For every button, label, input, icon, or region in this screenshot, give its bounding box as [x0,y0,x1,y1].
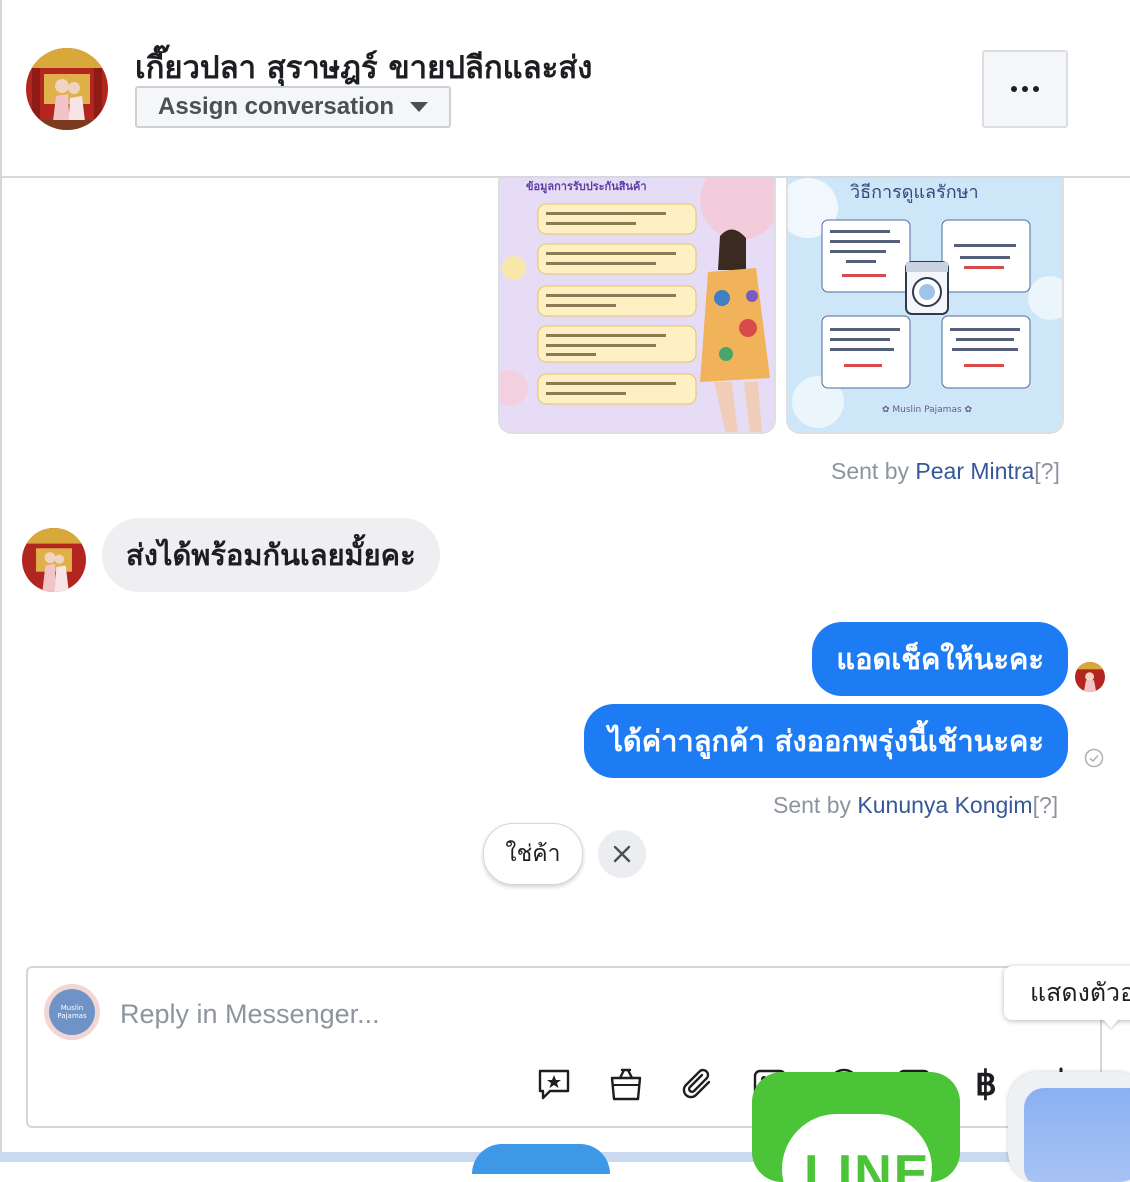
contact-message-avatar [22,528,86,592]
sent-by-label: Sent by Pear Mintra[?] [831,458,1060,485]
outgoing-message-bubble[interactable]: แอดเช็คให้นะคะ [812,622,1068,696]
quick-reply-chip[interactable]: ใช่ค้า [483,823,583,885]
tooltip: แสดงตัวอ [1004,966,1130,1020]
dock-app-icon[interactable] [1008,1072,1130,1182]
saved-reply-icon [538,1069,570,1100]
more-horizontal-icon [1011,86,1039,92]
sent-by-prefix: Sent by [773,792,858,818]
dock-app-icon-partial[interactable] [472,1144,610,1174]
warranty-info-image[interactable]: ข้อมูลการรับประกันสินค้า [498,178,776,434]
dismiss-quick-reply-button[interactable] [598,830,646,878]
payment-button[interactable]: ฿ [966,1064,1006,1104]
incoming-message-bubble[interactable]: ส่งได้พร้อมกันเลยมั้ยคะ [102,518,440,592]
warranty-image-title: ข้อมูลการรับประกันสินค้า [526,180,647,194]
svg-text:✿ Muslin Pajamas ✿: ✿ Muslin Pajamas ✿ [882,405,973,415]
tooltip-pointer [1102,1018,1120,1028]
assign-conversation-button[interactable]: Assign conversation [135,86,451,128]
line-app-label: LINE [804,1145,931,1182]
outgoing-message-bubble[interactable]: ได้ค่าาลูกค้า ส่งออกพรุ่งนี้เช้านะคะ [584,704,1068,778]
sent-by-prefix: Sent by [831,458,916,484]
close-icon [613,845,631,863]
caret-down-icon [410,102,429,112]
page-avatar: Muslin Pajamas [44,984,100,1040]
line-app-icon[interactable]: LINE [752,1072,960,1182]
care-image-title: วิธีการดูแลรักษา [850,182,979,203]
contact-name: เกี๊ยวปลา สุราษฎร์ ขายปลีกและส่ง [135,50,593,86]
sent-by-label: Sent by Kununya Kongim[?] [773,792,1058,819]
shopping-bag-icon [610,1068,642,1101]
care-instructions-image[interactable]: วิธีการดูแลรักษา ✿ Muslin Pajamas ✿ [786,178,1064,434]
conversation-header: เกี๊ยวปลา สุราษฎร์ ขายปลีกและส่ง Assign … [2,0,1130,178]
read-receipt-avatar [1075,662,1105,692]
more-options-button[interactable] [982,50,1068,128]
assign-conversation-label: Assign conversation [158,93,395,120]
delivered-check-icon [1084,748,1104,768]
saved-reply-button[interactable] [534,1064,574,1104]
sender-help-link[interactable]: [?] [1033,792,1059,818]
image-attachments: ข้อมูลการรับประกันสินค้า วิธีการดูแลรักษ… [498,178,1066,434]
attach-button[interactable] [678,1064,718,1104]
sender-help-link[interactable]: [?] [1034,458,1060,484]
sender-name-link[interactable]: Pear Mintra [915,458,1034,484]
shop-button[interactable] [606,1064,646,1104]
reply-input[interactable] [120,994,920,1034]
baht-icon: ฿ [975,1065,997,1103]
contact-avatar[interactable] [26,48,108,130]
sender-name-link[interactable]: Kununya Kongim [857,792,1032,818]
attachment-icon [682,1068,711,1099]
